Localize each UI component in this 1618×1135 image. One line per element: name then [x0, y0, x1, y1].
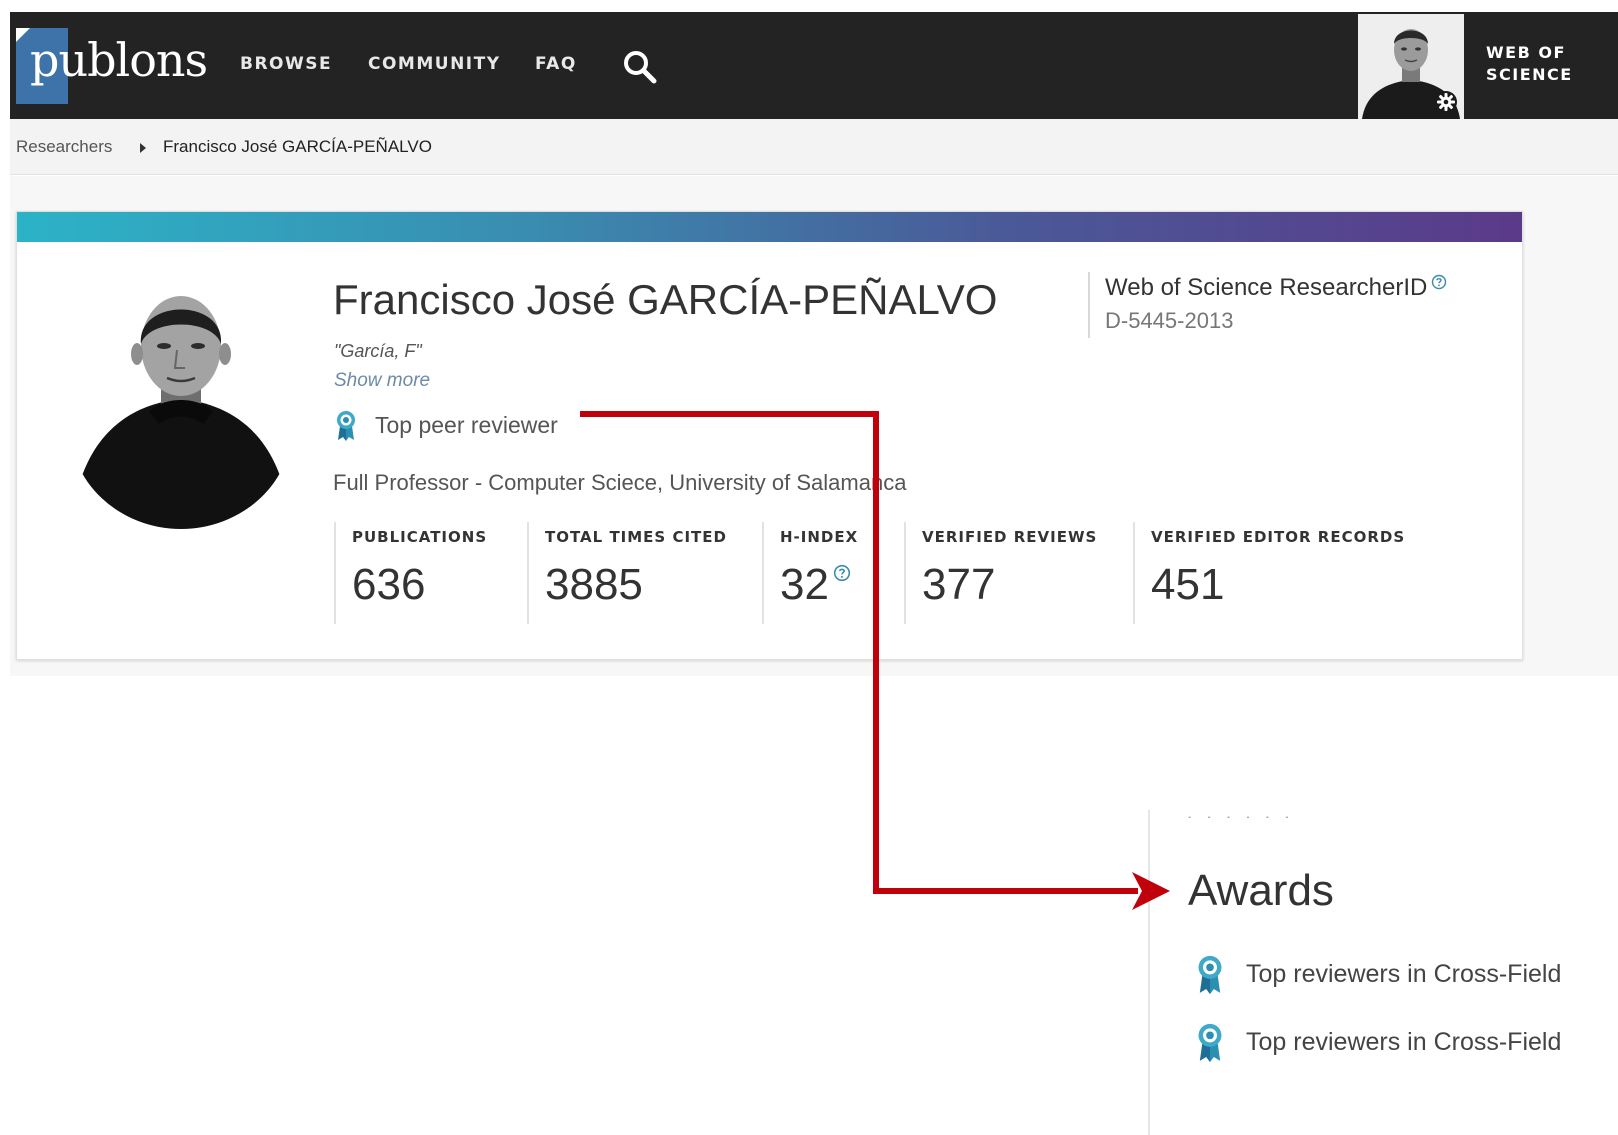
search-icon[interactable]	[622, 49, 658, 85]
nav-community[interactable]: COMMUNITY	[368, 54, 501, 74]
profile-card: Francisco José GARCÍA-PEÑALVO "García, F…	[16, 211, 1523, 660]
stat-label: VERIFIED REVIEWS	[922, 528, 1098, 546]
logo-text: publons	[30, 33, 208, 87]
stat-label: PUBLICATIONS	[352, 528, 488, 546]
nav-browse[interactable]: BROWSE	[240, 54, 332, 74]
award-ribbon-icon	[1198, 955, 1222, 995]
awards-heading: Awards	[1188, 866, 1334, 915]
stat-publications[interactable]: PUBLICATIONS 636	[334, 522, 526, 624]
researcher-id-divider	[1088, 272, 1090, 338]
stat-times-cited[interactable]: TOTAL TIMES CITED 3885	[527, 522, 763, 624]
nav-faq[interactable]: FAQ	[535, 54, 577, 74]
breadcrumb: Researchers Francisco José GARCÍA-PEÑALV…	[10, 119, 1618, 175]
award-label: Top reviewers in Cross-Field	[1246, 1028, 1562, 1056]
user-avatar-button[interactable]	[1358, 14, 1464, 119]
researcher-id-value: D-5445-2013	[1105, 308, 1234, 333]
cropped-text-fragment: · · · · · ·	[1186, 804, 1294, 818]
page: publons BROWSE COMMUNITY FAQ WEB OF SCIE…	[0, 0, 1618, 1135]
stat-label: VERIFIED EDITOR RECORDS	[1151, 528, 1406, 546]
show-more-link[interactable]: Show more	[334, 370, 430, 392]
stat-h-index[interactable]: H-INDEX 32	[762, 522, 905, 624]
researcher-position: Full Professor - Computer Sciece, Univer…	[333, 470, 907, 495]
breadcrumb-researchers[interactable]: Researchers	[16, 137, 112, 157]
profile-photo	[71, 296, 291, 529]
gear-icon[interactable]	[1434, 90, 1458, 114]
award-ribbon-icon	[337, 411, 355, 441]
awards-panel: · · · · · · Awards Top reviewers in Cros…	[1148, 804, 1618, 1135]
logo-corner	[16, 28, 30, 42]
researcher-alias: "García, F"	[334, 341, 422, 361]
stat-value: 451	[1151, 560, 1225, 609]
web-of-science-link[interactable]: WEB OF SCIENCE	[1486, 42, 1618, 86]
badge-label: Top peer reviewer	[375, 412, 558, 438]
stat-value: 32	[780, 560, 905, 610]
researcher-id-title: Web of Science ResearcherID	[1105, 274, 1447, 302]
help-icon[interactable]	[1431, 274, 1447, 290]
stat-verified-editor-records[interactable]: VERIFIED EDITOR RECORDS 451	[1133, 522, 1433, 624]
stat-verified-reviews[interactable]: VERIFIED REVIEWS 377	[904, 522, 1133, 624]
researcher-id-title-text: Web of Science ResearcherID	[1105, 274, 1428, 301]
award-item[interactable]: Top reviewers in Cross-Field	[1196, 1022, 1618, 1066]
card-gradient-band	[17, 212, 1522, 242]
award-ribbon-icon	[1198, 1023, 1222, 1063]
stat-value: 377	[922, 560, 996, 609]
top-nav-bar: publons BROWSE COMMUNITY FAQ WEB OF SCIE…	[10, 12, 1618, 119]
stat-label: H-INDEX	[780, 528, 859, 546]
breadcrumb-current: Francisco José GARCÍA-PEÑALVO	[163, 137, 432, 156]
h-index-value: 32	[780, 560, 829, 609]
stat-value: 3885	[545, 560, 643, 609]
researcher-name: Francisco José GARCÍA-PEÑALVO	[333, 276, 998, 323]
award-item[interactable]: Top reviewers in Cross-Field	[1196, 954, 1618, 998]
stat-value: 636	[352, 560, 426, 609]
help-icon[interactable]	[833, 564, 851, 582]
breadcrumb-caret-icon	[140, 143, 146, 153]
stat-label: TOTAL TIMES CITED	[545, 528, 727, 546]
publons-logo[interactable]: publons	[16, 28, 216, 104]
award-label: Top reviewers in Cross-Field	[1246, 960, 1562, 988]
